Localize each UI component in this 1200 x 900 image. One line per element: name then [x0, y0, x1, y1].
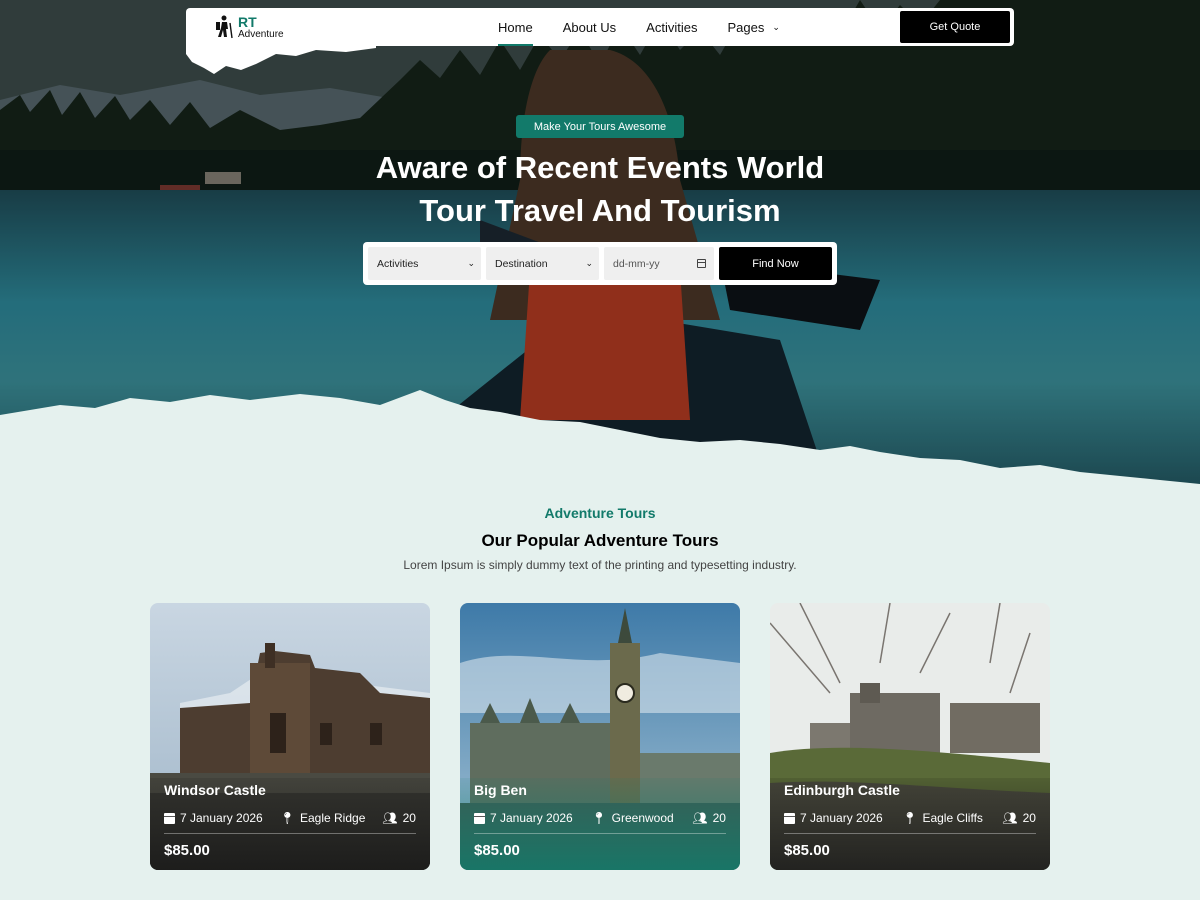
calendar-icon — [784, 812, 795, 824]
destination-select-value: Destination — [495, 257, 548, 270]
find-now-button[interactable]: Find Now — [719, 247, 832, 280]
get-quote-button[interactable]: Get Quote — [900, 11, 1010, 43]
date-input-placeholder: dd-mm-yy — [613, 257, 660, 270]
calendar-icon — [474, 812, 485, 824]
section-title: Our Popular Adventure Tours — [481, 531, 719, 550]
card-divider — [784, 833, 1036, 834]
chevron-down-icon: ⌄ — [467, 258, 475, 268]
calendar-icon — [164, 812, 175, 824]
tour-name: Windsor Castle — [164, 782, 266, 798]
tour-meta: 7 January 2026 📍︎ Eagle Cliffs 👥︎ 20 — [784, 811, 1036, 825]
tour-meta: 7 January 2026 📍︎ Eagle Ridge 👥︎ 20 — [164, 811, 416, 825]
tour-people-text: 20 — [402, 811, 416, 825]
tour-location: 📍︎ Eagle Ridge — [280, 811, 366, 825]
tour-price: $85.00 — [474, 842, 520, 859]
nav-item-label: Home — [498, 19, 533, 35]
tour-card[interactable]: Windsor Castle 7 January 2026 📍︎ Eagle Ri… — [150, 603, 430, 870]
activities-select[interactable]: Activities ⌄ — [368, 247, 481, 280]
location-pin-icon: 📍︎ — [591, 811, 607, 825]
date-input[interactable]: dd-mm-yy — [604, 247, 714, 280]
tour-people-text: 20 — [1022, 811, 1036, 825]
location-pin-icon: 📍︎ — [902, 811, 918, 825]
hiker-icon — [216, 15, 233, 39]
tour-location-text: Eagle Cliffs — [922, 811, 983, 825]
tour-date-text: 7 January 2026 — [800, 811, 883, 825]
chevron-down-icon: ⌄ — [585, 258, 593, 268]
nav-item-about-us[interactable]: About Us — [563, 8, 616, 46]
calendar-icon[interactable] — [697, 259, 706, 268]
brand-logo[interactable]: RT Adventure — [214, 15, 284, 40]
brand-name: RT — [238, 14, 257, 30]
section-kicker: Adventure Tours — [544, 505, 656, 521]
people-icon: 👥︎ — [692, 811, 708, 825]
chevron-down-icon: ⌄ — [772, 21, 780, 32]
top-navbar: RT Adventure Home About Us Activities Pa… — [186, 8, 1014, 46]
tour-date-text: 7 January 2026 — [490, 811, 573, 825]
tour-price: $85.00 — [784, 842, 830, 859]
tour-search-bar: Activities ⌄ Destination ⌄ dd-mm-yy Find… — [363, 242, 837, 285]
tour-location-text: Eagle Ridge — [299, 811, 366, 825]
tour-location: 📍︎ Greenwood — [591, 811, 673, 825]
tour-card[interactable]: Big Ben 7 January 2026 📍︎ Greenwood 👥︎ 20 … — [460, 603, 740, 870]
nav-item-label: About Us — [562, 19, 617, 35]
hero-headline-line-1: Aware of Recent Events World — [375, 150, 825, 185]
hero-tag: Make Your Tours Awesome — [516, 115, 684, 138]
tour-card[interactable]: Edinburgh Castle 7 January 2026 📍︎ Eagle … — [770, 603, 1050, 870]
tour-people: 👥︎ 20 — [692, 811, 726, 825]
hero-headline-line-2: Tour Travel And Tourism — [419, 193, 781, 228]
tour-date: 7 January 2026 — [474, 811, 573, 825]
nav-item-home[interactable]: Home — [498, 8, 533, 46]
nav-item-label: Pages — [727, 19, 765, 35]
tour-people: 👥︎ 20 — [1002, 811, 1036, 825]
people-icon: 👥︎ — [1002, 811, 1018, 825]
tour-people-text: 20 — [712, 811, 726, 825]
tour-price: $85.00 — [164, 842, 210, 859]
tour-name: Big Ben — [474, 782, 527, 798]
main-menu: Home About Us Activities Pages ⌄ — [498, 8, 780, 46]
torn-paper-edge — [0, 390, 1200, 500]
nav-item-pages[interactable]: Pages ⌄ — [727, 8, 779, 46]
card-divider — [164, 833, 416, 834]
location-pin-icon: 📍︎ — [279, 811, 295, 825]
tour-date: 7 January 2026 — [164, 811, 263, 825]
tour-date: 7 January 2026 — [784, 811, 883, 825]
nav-item-activities[interactable]: Activities — [646, 8, 697, 46]
tour-location: 📍︎ Eagle Cliffs — [902, 811, 983, 825]
card-divider — [474, 833, 726, 834]
activities-select-value: Activities — [377, 257, 419, 270]
tour-location-text: Greenwood — [611, 811, 674, 825]
tour-people: 👥︎ 20 — [382, 811, 416, 825]
destination-select[interactable]: Destination ⌄ — [486, 247, 599, 280]
section-description: Lorem Ipsum is simply dummy text of the … — [403, 558, 797, 572]
tour-name: Edinburgh Castle — [784, 782, 900, 798]
people-icon: 👥︎ — [382, 811, 398, 825]
brand-subtitle: Adventure — [238, 29, 284, 40]
hero-headline: Aware of Recent Events World Tour Travel… — [300, 146, 900, 232]
tour-date-text: 7 January 2026 — [180, 811, 263, 825]
nav-item-label: Activities — [646, 19, 698, 35]
tour-meta: 7 January 2026 📍︎ Greenwood 👥︎ 20 — [474, 811, 726, 825]
